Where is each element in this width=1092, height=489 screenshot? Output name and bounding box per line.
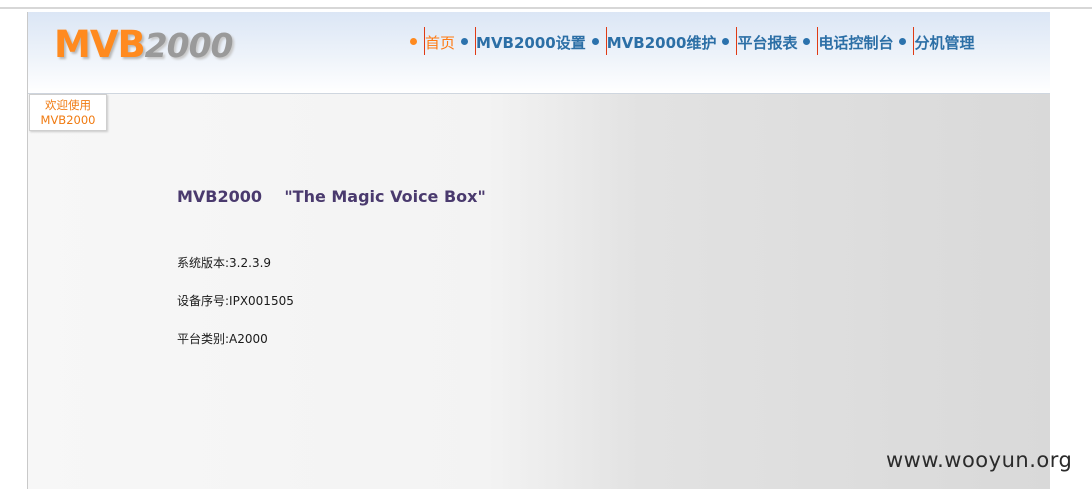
nav-label[interactable]: 首页 bbox=[425, 30, 455, 53]
bullet-icon bbox=[410, 37, 417, 45]
nav-label[interactable]: 平台报表 bbox=[737, 30, 797, 53]
device-serial: 设备序号:IPX001505 bbox=[177, 294, 294, 308]
nav-item-phone-console[interactable]: 电话控制台 bbox=[797, 27, 893, 55]
nav-label[interactable]: 分机管理 bbox=[914, 30, 974, 53]
system-version: 系统版本:3.2.3.9 bbox=[177, 256, 272, 270]
nav-item-home[interactable]: 首页 bbox=[404, 27, 455, 55]
bullet-icon bbox=[899, 37, 907, 45]
page-title: MVB2000 "The Magic Voice Box" bbox=[177, 187, 486, 206]
nav-label[interactable]: MVB2000维护 bbox=[607, 30, 717, 53]
welcome-tab[interactable]: 欢迎使用 MVB2000 bbox=[29, 94, 107, 131]
app-frame: MVB2000 首页 MVB2000设置 MVB2000维护 平台报表 电话控制… bbox=[27, 12, 1050, 489]
bullet-icon bbox=[722, 37, 730, 45]
bullet-icon bbox=[803, 37, 811, 45]
main-nav: 首页 MVB2000设置 MVB2000维护 平台报表 电话控制台 分机管理 bbox=[404, 27, 975, 55]
nav-label[interactable]: MVB2000设置 bbox=[476, 30, 586, 53]
mvb2000-logo: MVB2000 bbox=[54, 23, 234, 66]
welcome-line-1: 欢迎使用 bbox=[45, 98, 91, 112]
header-bar: MVB2000 首页 MVB2000设置 MVB2000维护 平台报表 电话控制… bbox=[28, 12, 1050, 94]
platform-type: 平台类别:A2000 bbox=[177, 332, 268, 346]
main-content: 欢迎使用 MVB2000 MVB2000 "The Magic Voice Bo… bbox=[28, 94, 1050, 489]
watermark: www.wooyun.org bbox=[886, 448, 1073, 472]
bullet-icon bbox=[591, 37, 599, 45]
bullet-icon bbox=[461, 37, 469, 45]
nav-item-mvb2000-maintenance[interactable]: MVB2000维护 bbox=[586, 27, 717, 55]
nav-label[interactable]: 电话控制台 bbox=[818, 30, 893, 53]
top-divider bbox=[0, 7, 1092, 9]
logo-text-mvb: MVB bbox=[54, 23, 146, 66]
welcome-line-2: MVB2000 bbox=[40, 113, 96, 127]
nav-item-platform-reports[interactable]: 平台报表 bbox=[716, 27, 797, 55]
logo-text-2000: 2000 bbox=[144, 26, 234, 65]
nav-item-mvb2000-settings[interactable]: MVB2000设置 bbox=[455, 27, 586, 55]
nav-item-extension-management[interactable]: 分机管理 bbox=[893, 27, 975, 55]
